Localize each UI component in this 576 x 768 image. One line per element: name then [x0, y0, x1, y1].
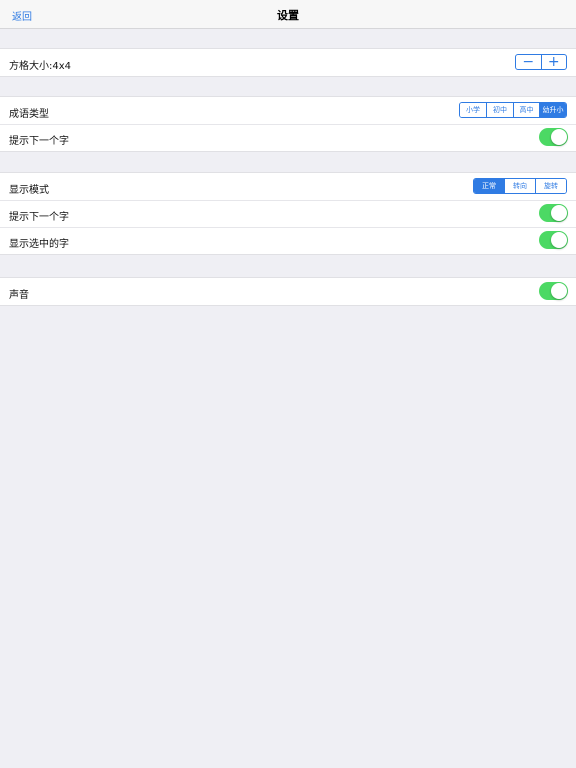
- show-selected-row: 显示选中的字: [0, 227, 576, 254]
- show-selected-toggle[interactable]: [539, 231, 568, 249]
- display-mode-row: 显示模式 正常 转向 旋转: [0, 173, 576, 200]
- toggle-knob: [551, 129, 567, 145]
- segment-turn[interactable]: 转向: [504, 179, 535, 193]
- idiom-hint-label: 提示下一个字: [9, 136, 69, 147]
- display-mode-segmented-control: 正常 转向 旋转: [473, 178, 567, 194]
- idiom-type-row: 成语类型 小学 初中 高中 幼升小: [0, 97, 576, 124]
- idiom-type-label: 成语类型: [9, 109, 49, 120]
- idiom-hint-row: 提示下一个字: [0, 124, 576, 151]
- grid-size-stepper: − +: [515, 54, 567, 70]
- idiom-hint-toggle[interactable]: [539, 128, 568, 146]
- idiom-type-segmented-control: 小学 初中 高中 幼升小: [459, 102, 567, 118]
- segment-normal[interactable]: 正常: [474, 179, 504, 193]
- sound-label: 声音: [9, 290, 29, 301]
- sound-toggle[interactable]: [539, 282, 568, 300]
- show-selected-label: 显示选中的字: [9, 239, 69, 250]
- display-group: 显示模式 正常 转向 旋转 提示下一个字 显示选中的字: [0, 172, 576, 255]
- segment-primary-school[interactable]: 小学: [460, 103, 486, 117]
- grid-size-label: 方格大小:4x4: [9, 61, 72, 72]
- decrease-button[interactable]: −: [516, 55, 541, 69]
- increase-button[interactable]: +: [540, 55, 567, 69]
- sound-group: 声音: [0, 277, 576, 306]
- segment-rotate[interactable]: 旋转: [535, 179, 566, 193]
- segment-junior-high[interactable]: 初中: [486, 103, 513, 117]
- segment-senior-high[interactable]: 高中: [513, 103, 539, 117]
- idiom-group: 成语类型 小学 初中 高中 幼升小 提示下一个字: [0, 96, 576, 152]
- display-mode-label: 显示模式: [9, 185, 49, 196]
- grid-size-group: 方格大小:4x4 − +: [0, 48, 576, 77]
- display-hint-label: 提示下一个字: [9, 212, 69, 223]
- toggle-knob: [551, 283, 567, 299]
- sound-row: 声音: [0, 278, 576, 305]
- segment-preschool[interactable]: 幼升小: [539, 103, 566, 117]
- toggle-knob: [551, 205, 567, 221]
- grid-size-row: 方格大小:4x4 − +: [0, 49, 576, 76]
- toggle-knob: [551, 232, 567, 248]
- display-hint-toggle[interactable]: [539, 204, 568, 222]
- navigation-bar: 返回 设置: [0, 0, 576, 29]
- display-hint-row: 提示下一个字: [0, 200, 576, 227]
- page-title: 设置: [277, 9, 299, 22]
